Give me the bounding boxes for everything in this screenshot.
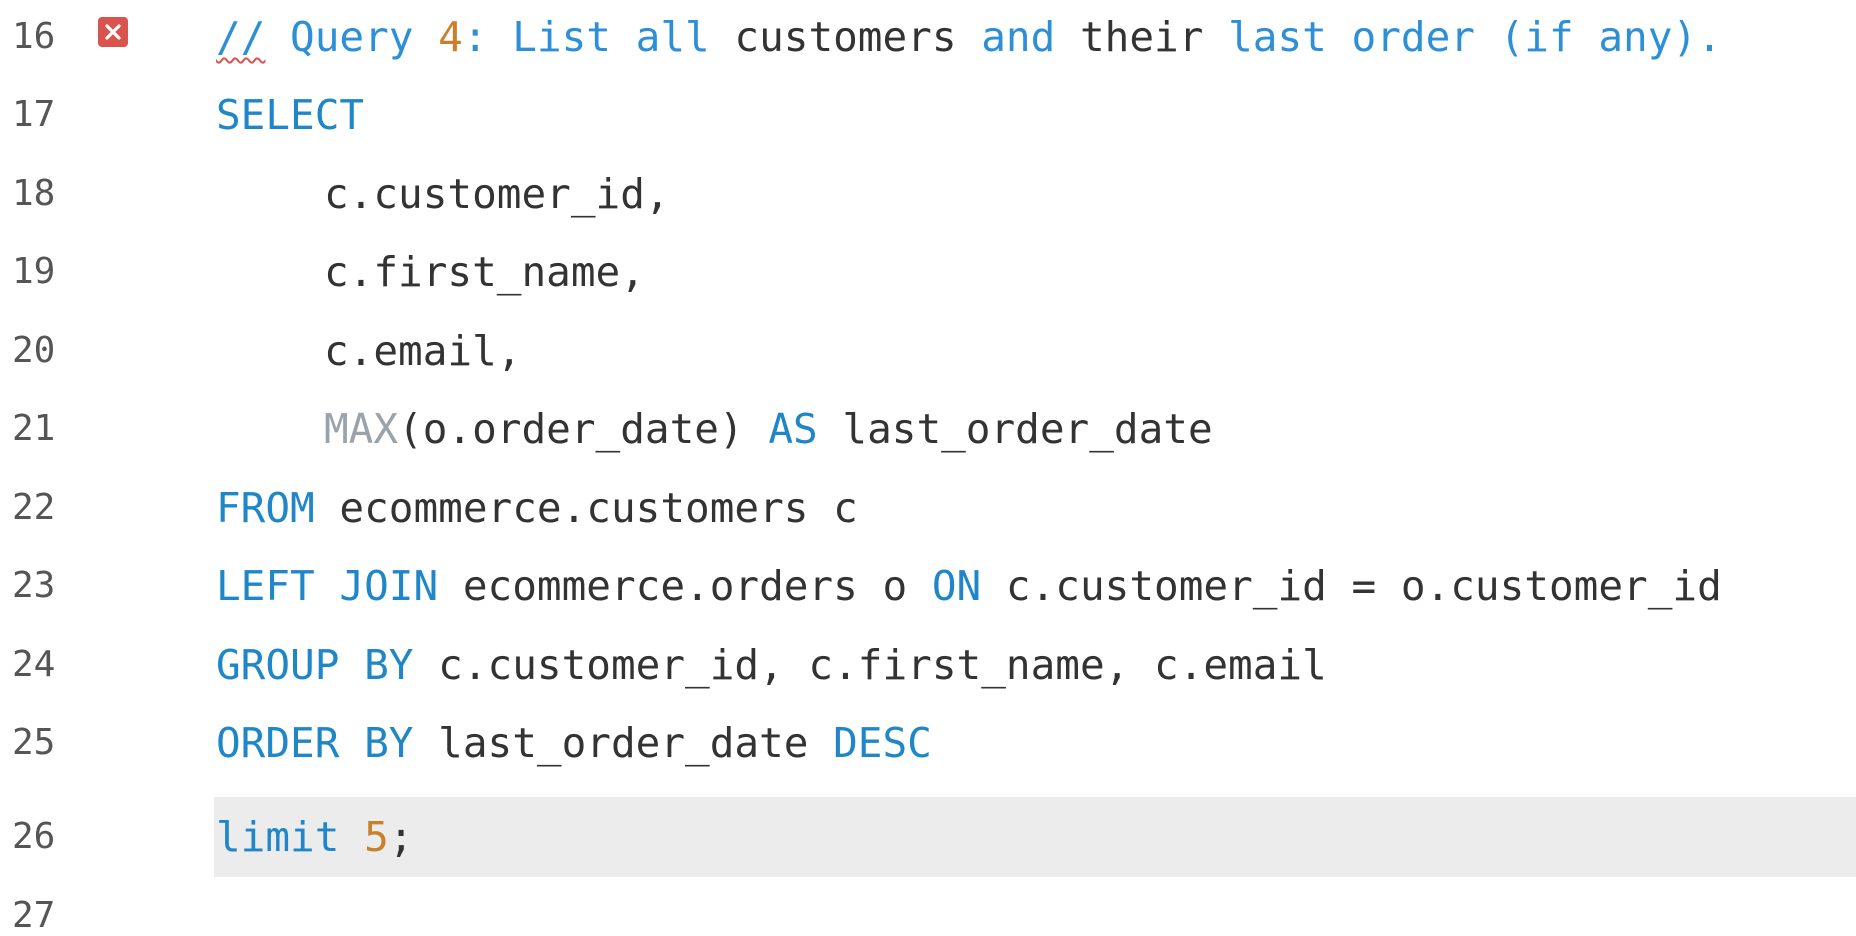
- keyword: ORDER BY: [216, 719, 414, 767]
- keyword: AS: [768, 405, 818, 453]
- code-editor[interactable]: 16 // Query 4: List all customers and th…: [0, 0, 1856, 936]
- code-line[interactable]: 17 SELECT: [0, 75, 1856, 155]
- line-number: 19: [12, 251, 56, 292]
- comment-slashes: //: [216, 13, 266, 61]
- semicolon: ;: [388, 813, 414, 861]
- identifier: c.customer_id = o.customer_id: [981, 562, 1722, 610]
- keyword: ON: [931, 562, 982, 610]
- code-text: c.first_name,: [216, 232, 645, 312]
- line-number: 22: [12, 487, 56, 528]
- comment-text: last order (if any).: [1203, 13, 1722, 61]
- comment-number: 4: [438, 13, 463, 61]
- keyword: DESC: [833, 719, 932, 767]
- line-number: 23: [12, 565, 56, 606]
- code-text: MAX(o.order_date) AS last_order_date: [216, 389, 1213, 469]
- number-literal: 5: [364, 813, 389, 861]
- keyword: SELECT: [216, 91, 365, 139]
- identifier: last_order_date: [413, 719, 834, 767]
- code-text: FROM ecommerce.customers c: [216, 468, 858, 548]
- function-name: MAX: [324, 405, 399, 453]
- identifier: c.customer_id, c.first_name, c.email: [413, 641, 1327, 689]
- line-number: 21: [12, 408, 56, 449]
- line-number: 18: [12, 173, 56, 214]
- code-text: SELECT: [216, 75, 364, 155]
- line-number: 24: [12, 644, 56, 685]
- keyword: limit: [216, 813, 340, 861]
- identifier: c.first_name,: [324, 248, 645, 296]
- keyword: LEFT JOIN: [216, 562, 439, 610]
- code-text: LEFT JOIN ecommerce.orders o ON c.custom…: [216, 546, 1722, 626]
- identifier: (o.order_date): [398, 405, 769, 453]
- code-line[interactable]: 24 GROUP BY c.customer_id, c.first_name,…: [0, 625, 1856, 705]
- comment-text: Query: [265, 13, 439, 61]
- identifier: c.email,: [324, 327, 522, 375]
- code-line[interactable]: 22 FROM ecommerce.customers c: [0, 468, 1856, 548]
- line-number: 27: [12, 895, 56, 936]
- code-line[interactable]: 27: [0, 876, 1856, 936]
- code-line[interactable]: 16 // Query 4: List all customers and th…: [0, 0, 1856, 77]
- code-line[interactable]: 21 MAX(o.order_date) AS last_order_date: [0, 389, 1856, 469]
- identifier: ecommerce.customers c: [314, 484, 858, 532]
- code-text: ORDER BY last_order_date DESC: [216, 703, 932, 783]
- code-line[interactable]: 23 LEFT JOIN ecommerce.orders o ON c.cus…: [0, 546, 1856, 626]
- code-text: limit 5;: [216, 797, 413, 877]
- code-line[interactable]: 18 c.customer_id,: [0, 154, 1856, 234]
- identifier: c.customer_id,: [324, 170, 670, 218]
- keyword: GROUP BY: [216, 641, 414, 689]
- line-number: 26: [12, 816, 56, 857]
- code-line-current[interactable]: 26 limit 5;: [0, 797, 1856, 877]
- code-line[interactable]: 19 c.first_name,: [0, 232, 1856, 312]
- line-number: 20: [12, 330, 56, 371]
- identifier: ecommerce.orders o: [438, 562, 932, 610]
- keyword: FROM: [216, 484, 315, 532]
- comment-text: : List all: [462, 13, 735, 61]
- code-line[interactable]: 25 ORDER BY last_order_date DESC: [0, 703, 1856, 783]
- comment-text: and: [956, 13, 1080, 61]
- line-number: 16: [12, 16, 56, 57]
- line-number: 17: [12, 94, 56, 135]
- identifier: last_order_date: [817, 405, 1213, 453]
- code-text: c.customer_id,: [216, 154, 670, 234]
- code-text: // Query 4: List all customers and their…: [216, 0, 1722, 77]
- code-text: c.email,: [216, 311, 521, 391]
- code-text: GROUP BY c.customer_id, c.first_name, c.…: [216, 625, 1327, 705]
- comment-word: their: [1079, 13, 1204, 61]
- code-line[interactable]: 20 c.email,: [0, 311, 1856, 391]
- line-number: 25: [12, 722, 56, 763]
- error-x-icon[interactable]: [98, 17, 128, 47]
- comment-word: customers: [734, 13, 957, 61]
